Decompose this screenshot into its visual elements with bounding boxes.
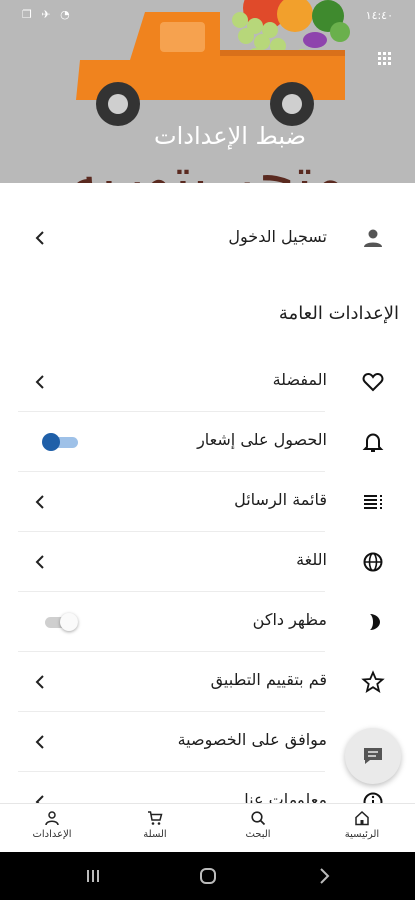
- globe-icon: [363, 552, 383, 572]
- nav-label: الرئيسية: [344, 829, 380, 840]
- nav-search[interactable]: البحث: [218, 810, 298, 852]
- chat-button[interactable]: [345, 728, 401, 784]
- grid-icon[interactable]: [378, 52, 392, 66]
- recent-apps-icon[interactable]: [83, 866, 103, 886]
- svg-text:متجر بتوريه: متجر بتوريه: [69, 144, 344, 183]
- header-banner: ❐ ✈ ◔ ١٤:٤٠ ضبط الإعدادات متجر بتوريه: [0, 0, 415, 183]
- star-icon: [361, 670, 385, 693]
- nav-label: الإعدادات: [32, 829, 72, 840]
- status-time: ١٤:٤٠: [365, 9, 393, 22]
- cart-icon: [148, 811, 163, 825]
- home-icon: [355, 810, 369, 826]
- status-icons: ❐ ✈ ◔: [22, 8, 73, 21]
- setting-favorites[interactable]: المفضلة: [0, 352, 415, 412]
- chevron-left-icon: [35, 495, 44, 509]
- nav-settings[interactable]: الإعدادات: [12, 810, 92, 852]
- setting-language[interactable]: اللغة: [0, 532, 415, 592]
- general-settings-title: الإعدادات العامة: [278, 303, 399, 324]
- setting-label: موافق على الخصوصية: [177, 730, 327, 749]
- chevron-left-icon: [35, 231, 44, 245]
- bottom-navigation: الإعدادات السلة البحث الرئيسية: [0, 803, 415, 851]
- setting-rate-app[interactable]: قم بتقييم التطبيق: [0, 652, 415, 712]
- notifications-toggle[interactable]: [42, 433, 78, 451]
- person-icon: [364, 229, 382, 247]
- bell-icon: [362, 433, 384, 452]
- person-icon: [45, 811, 59, 826]
- setting-label: قائمة الرسائل: [234, 490, 327, 509]
- list-icon: [364, 495, 382, 509]
- search-icon: [251, 811, 266, 826]
- nav-label: البحث: [245, 829, 271, 840]
- setting-label: مظهر داكن: [252, 610, 327, 629]
- login-label: تسجيل الدخول: [228, 227, 327, 246]
- dark-mode-toggle[interactable]: [42, 613, 78, 631]
- setting-label: اللغة: [296, 550, 327, 569]
- chevron-left-icon: [35, 375, 44, 389]
- chat-icon: [364, 748, 382, 764]
- chevron-left-icon: [35, 735, 44, 749]
- login-row[interactable]: تسجيل الدخول: [0, 210, 415, 266]
- nav-home[interactable]: الرئيسية: [322, 810, 402, 852]
- brand-logo: متجر بتوريه: [69, 144, 344, 183]
- setting-label: قم بتقييم التطبيق: [210, 670, 327, 689]
- nav-label: السلة: [143, 829, 167, 840]
- truck-illustration: [76, 0, 350, 126]
- chevron-left-icon: [35, 675, 44, 689]
- setting-notifications: الحصول على إشعار: [0, 412, 415, 472]
- setting-dark-mode: مظهر داكن: [0, 592, 415, 652]
- heart-icon: [362, 372, 384, 392]
- nav-cart[interactable]: السلة: [115, 810, 195, 852]
- moon-icon: [370, 614, 380, 630]
- setting-label: المفضلة: [272, 370, 327, 389]
- setting-messages[interactable]: قائمة الرسائل: [0, 472, 415, 532]
- chevron-left-icon: [35, 555, 44, 569]
- back-icon[interactable]: [314, 866, 334, 886]
- setting-label: الحصول على إشعار: [197, 430, 327, 449]
- home-button-icon[interactable]: [198, 866, 218, 886]
- system-navigation-bar: [0, 852, 415, 900]
